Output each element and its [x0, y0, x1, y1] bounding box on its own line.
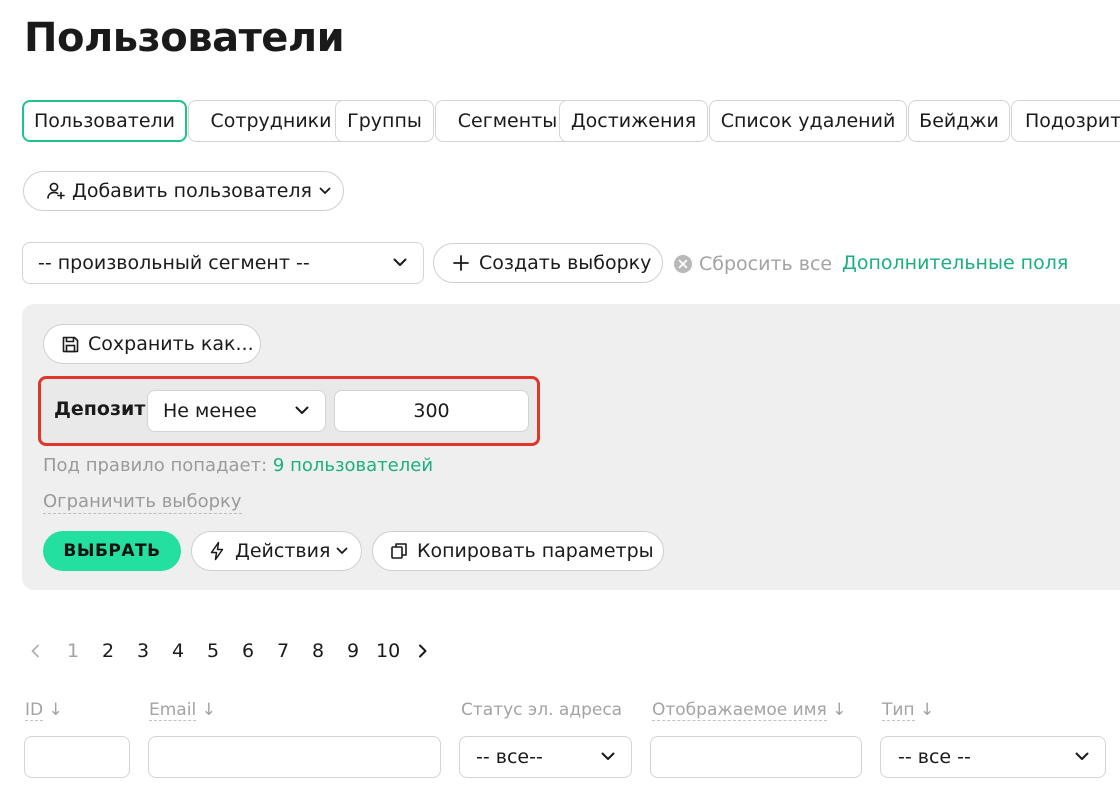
- chevron-down-icon: [336, 547, 348, 554]
- chevron-left-icon[interactable]: [30, 644, 40, 658]
- tab-groups[interactable]: Группы: [335, 100, 434, 142]
- save-as-label: Сохранить как...: [88, 333, 254, 355]
- select-button[interactable]: ВЫБРАТЬ: [43, 531, 181, 571]
- deposit-label: Депозит: [54, 398, 146, 420]
- page-link[interactable]: 6: [242, 638, 254, 664]
- page-title: Пользователи: [24, 15, 345, 61]
- lightning-icon: [210, 541, 224, 561]
- page-link[interactable]: 8: [312, 638, 324, 664]
- sort-arrow-icon: ↓: [832, 700, 847, 720]
- reset-all-button[interactable]: Сбросить все: [673, 252, 832, 276]
- sort-arrow-icon: ↓: [919, 700, 935, 720]
- chevron-down-icon: [1075, 752, 1089, 760]
- sort-arrow-icon: ↓: [201, 700, 216, 720]
- actions-label: Действия: [235, 540, 331, 562]
- type-filter-value: -- все --: [898, 746, 971, 768]
- rule-match-prefix: Под правило попадает:: [43, 455, 268, 476]
- column-header-label: ID: [25, 700, 44, 721]
- operator-select-value: Не менее: [163, 400, 257, 422]
- chevron-right-icon[interactable]: [418, 644, 428, 658]
- page-link[interactable]: 2: [102, 638, 114, 664]
- tab-employees[interactable]: Сотрудники: [188, 100, 354, 142]
- chevron-down-icon: [601, 752, 615, 760]
- page-link[interactable]: 5: [207, 638, 219, 664]
- create-selection-button[interactable]: Создать выборку: [433, 243, 663, 283]
- plus-icon: [453, 255, 469, 271]
- column-header-id[interactable]: ID ↓: [25, 700, 63, 721]
- segment-select-value: -- произвольный сегмент --: [38, 252, 310, 274]
- deposit-value-input[interactable]: [334, 390, 529, 432]
- extra-fields-link[interactable]: Дополнительные поля: [842, 252, 1068, 274]
- rule-match-hint: Под правило попадает: 9 пользователей: [43, 455, 433, 476]
- add-user-label: Добавить пользователя: [72, 180, 312, 202]
- floppy-disk-icon: [62, 336, 79, 352]
- chevron-down-icon: [295, 406, 309, 414]
- reset-all-label: Сбросить все: [699, 253, 833, 275]
- email-status-filter-select[interactable]: -- все--: [459, 736, 632, 778]
- close-circle-icon: [674, 255, 692, 273]
- type-filter-select[interactable]: -- все --: [880, 736, 1106, 778]
- page-link[interactable]: 9: [347, 638, 359, 664]
- column-header-label: Тип: [882, 700, 915, 721]
- chevron-down-icon: [393, 258, 407, 266]
- column-header-email-status: Статус эл. адреса: [461, 700, 622, 720]
- column-header-label: Статус эл. адреса: [461, 700, 623, 720]
- operator-select[interactable]: Не менее: [147, 390, 326, 432]
- tab-badges[interactable]: Бейджи: [908, 100, 1010, 142]
- tab-suspicious[interactable]: Подозрит: [1011, 100, 1120, 142]
- sort-arrow-icon: ↓: [48, 700, 63, 720]
- email-filter-input[interactable]: [148, 736, 441, 778]
- actions-button[interactable]: Действия: [191, 531, 362, 571]
- page-link[interactable]: 4: [172, 638, 184, 664]
- user-plus-icon: [47, 182, 65, 200]
- add-user-button[interactable]: Добавить пользователя: [23, 171, 344, 211]
- create-selection-label: Создать выборку: [479, 252, 652, 274]
- page-link[interactable]: 3: [137, 638, 149, 664]
- chevron-down-icon: [319, 187, 331, 194]
- limit-selection-link[interactable]: Ограничить выборку: [43, 491, 242, 514]
- page-current: 1: [67, 640, 80, 662]
- segment-select[interactable]: -- произвольный сегмент --: [22, 242, 424, 284]
- users-page: Пользователи Пользователи Сотрудники Гру…: [0, 0, 1120, 792]
- tab-achievements[interactable]: Достижения: [559, 100, 708, 142]
- column-header-label: Отображаемое имя: [652, 700, 827, 721]
- column-header-display-name[interactable]: Отображаемое имя ↓: [652, 700, 847, 721]
- matched-users-link[interactable]: 9 пользователей: [273, 455, 433, 476]
- copy-params-button[interactable]: Копировать параметры: [372, 531, 664, 571]
- column-header-type[interactable]: Тип ↓: [882, 700, 935, 721]
- tab-users[interactable]: Пользователи: [22, 100, 187, 142]
- display-name-filter-input[interactable]: [650, 736, 862, 778]
- tab-deletion-list[interactable]: Список удалений: [709, 100, 907, 142]
- email-status-filter-value: -- все--: [476, 746, 543, 768]
- column-header-email[interactable]: Email ↓: [149, 700, 216, 721]
- page-link[interactable]: 10: [376, 638, 400, 664]
- page-link[interactable]: 7: [277, 638, 289, 664]
- save-as-button[interactable]: Сохранить как...: [43, 324, 261, 364]
- column-header-label: Email: [149, 700, 197, 721]
- copy-params-label: Копировать параметры: [417, 540, 654, 562]
- id-filter-input[interactable]: [24, 736, 130, 778]
- copy-icon: [391, 543, 407, 559]
